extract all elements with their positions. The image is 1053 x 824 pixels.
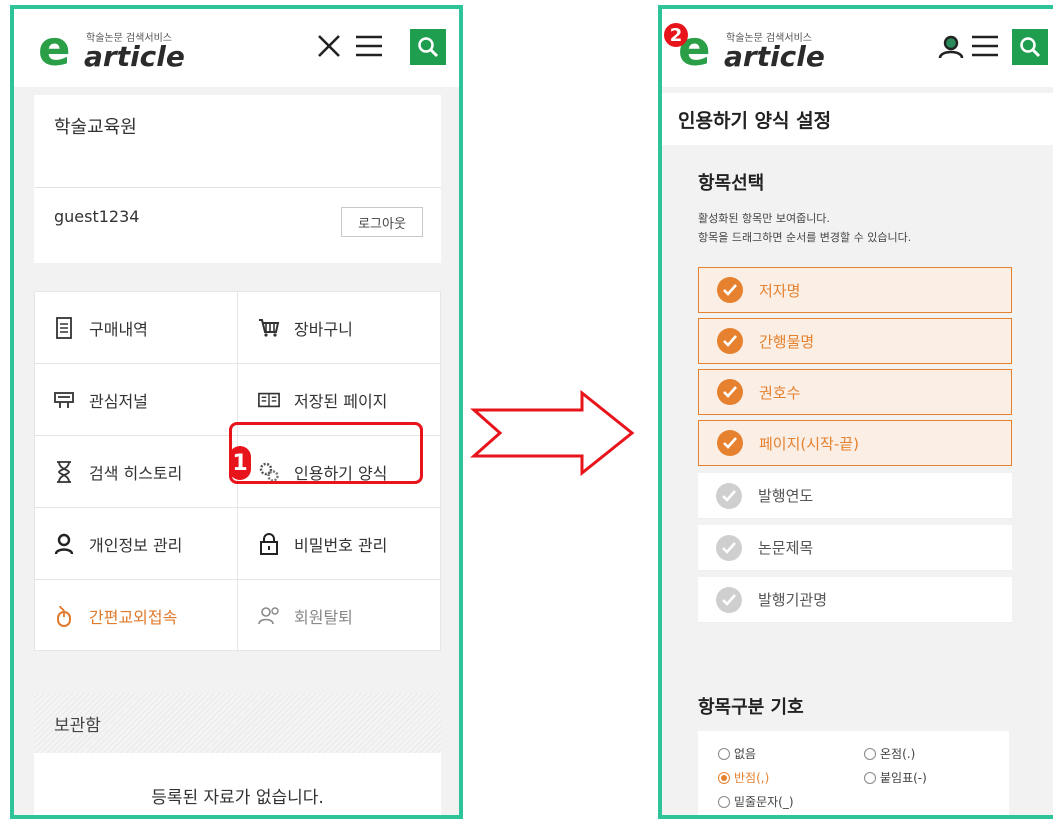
check-icon[interactable] [717, 277, 743, 303]
help-text: 활성화된 항목만 보여줍니다. 항목을 드래그하면 순서를 변경할 수 있습니다… [698, 209, 911, 247]
help-line-2: 항목을 드래그하면 순서를 변경할 수 있습니다. [698, 231, 912, 244]
radio-label: 밑줄문자(_) [734, 795, 794, 809]
check-icon[interactable] [716, 586, 742, 613]
item-label: 페이지(시작-끝) [759, 434, 859, 453]
logout-button[interactable]: 로그아웃 [341, 207, 423, 237]
radio-label: 반점(,) [734, 771, 770, 785]
search-button[interactable] [1012, 29, 1048, 65]
logo-wordmark: article [84, 40, 185, 73]
search-button[interactable] [410, 29, 446, 65]
item-label: 저자명 [759, 281, 801, 300]
user-icon[interactable] [938, 35, 964, 63]
item-label: 발행연도 [758, 487, 814, 505]
menu-purchase-history[interactable]: 구매내역 [35, 292, 238, 364]
citation-item[interactable]: 발행기관명 [698, 577, 1012, 623]
person-icon [53, 533, 75, 555]
callout-highlight-citation-format [229, 422, 423, 484]
header: e 학술논문 검색서비스 article [14, 9, 459, 87]
radio-label: 붙임표(-) [880, 771, 927, 785]
earticle-logo[interactable]: e 학술논문 검색서비스 article [38, 23, 198, 73]
divider [34, 187, 441, 188]
username: guest1234 [54, 207, 140, 226]
citation-item[interactable]: 저자명 [698, 267, 1012, 313]
left-screen: e 학술논문 검색서비스 article 학술교육원 guest1234 로그아… [10, 5, 463, 819]
item-label: 간행물명 [759, 332, 815, 351]
radio-circle [718, 747, 730, 760]
radio-comma[interactable]: 반점(,) [718, 769, 769, 786]
step-badge-2: 2 [664, 23, 688, 47]
check-icon[interactable] [716, 482, 742, 509]
item-label: 권호수 [759, 383, 801, 402]
journal-icon [53, 389, 75, 411]
menu-label: 회원탈퇴 [294, 608, 353, 627]
hamburger-menu-icon[interactable] [354, 33, 384, 63]
radio-hyphen[interactable]: 붙임표(-) [864, 769, 927, 786]
menu-label: 구매내역 [89, 319, 148, 339]
mouse-icon [53, 605, 75, 627]
menu-password-management[interactable]: 비밀번호 관리 [238, 508, 440, 580]
lock-icon [258, 532, 280, 555]
menu-label: 개인정보 관리 [89, 535, 183, 555]
item-select-title: 항목선택 [698, 173, 765, 194]
book-icon [258, 389, 280, 411]
logo-e-mark: e [38, 21, 71, 77]
cart-icon [258, 317, 280, 339]
storage-empty-message: 등록된 자료가 없습니다. [151, 788, 324, 808]
check-icon[interactable] [717, 379, 743, 405]
menu-label: 검색 히스토리 [89, 463, 183, 483]
menu-label: 비밀번호 관리 [294, 535, 388, 555]
menu-easy-remote-access[interactable]: 간편교외접속 [35, 580, 238, 652]
citation-item[interactable]: 발행연도 [698, 473, 1012, 519]
close-icon[interactable] [316, 33, 342, 63]
menu-search-history[interactable]: 검색 히스토리 [35, 436, 238, 508]
check-icon[interactable] [717, 430, 743, 456]
logo-wordmark: article [724, 40, 825, 73]
citation-item[interactable]: 논문제목 [698, 525, 1012, 571]
radio-none[interactable]: 없음 [718, 745, 756, 762]
right-screen: e 학술논문 검색서비스 article 인용하기 양식 설정 항목선택 활성화… [658, 5, 1053, 819]
menu-label: 간편교외접속 [89, 608, 178, 627]
page-title: 인용하기 양식 설정 [662, 93, 1053, 145]
search-icon [418, 37, 439, 58]
institution-name: 학술교육원 [54, 117, 137, 138]
transition-arrow [470, 390, 635, 476]
step-badge-1: 1 [229, 446, 251, 480]
check-icon[interactable] [716, 534, 742, 561]
menu-withdraw-membership[interactable]: 회원탈퇴 [238, 580, 440, 652]
radio-underscore[interactable]: 밑줄문자(_) [718, 793, 794, 810]
radio-circle [864, 771, 876, 784]
storage-title: 보관함 [34, 693, 441, 753]
menu-label: 관심저널 [89, 391, 148, 411]
radio-label: 온점(.) [880, 747, 916, 761]
radio-period[interactable]: 온점(.) [864, 745, 915, 762]
radio-circle [864, 747, 876, 760]
check-icon[interactable] [717, 328, 743, 354]
radio-circle [718, 771, 730, 784]
search-icon [1020, 37, 1041, 58]
radio-label: 없음 [734, 747, 757, 761]
citation-item[interactable]: 간행물명 [698, 318, 1012, 364]
citation-item[interactable]: 권호수 [698, 369, 1012, 415]
menu-profile-management[interactable]: 개인정보 관리 [35, 508, 238, 580]
storage-box: 보관함 등록된 자료가 없습니다. [34, 693, 441, 815]
help-line-1: 활성화된 항목만 보여줍니다. [698, 212, 830, 225]
menu-label: 장바구니 [294, 319, 353, 339]
menu-cart[interactable]: 장바구니 [238, 292, 440, 364]
profile-card: 학술교육원 guest1234 로그아웃 [34, 95, 441, 263]
item-label: 발행기관명 [758, 591, 828, 609]
document-icon [53, 316, 75, 339]
separator-title: 항목구분 기호 [698, 697, 804, 718]
hourglass-icon [53, 460, 75, 483]
menu-favorite-journals[interactable]: 관심저널 [35, 364, 238, 436]
header: e 학술논문 검색서비스 article [662, 9, 1053, 87]
item-label: 논문제목 [758, 539, 814, 557]
radio-circle [718, 795, 730, 808]
menu-label: 저장된 페이지 [294, 391, 388, 411]
separator-options: 없음 온점(.) 반점(,) 붙임표(-) 밑줄문자(_) [698, 731, 1009, 815]
earticle-logo[interactable]: e 학술논문 검색서비스 article [678, 23, 838, 73]
member-leave-icon [258, 605, 280, 627]
citation-item[interactable]: 페이지(시작-끝) [698, 420, 1012, 466]
hamburger-menu-icon[interactable] [970, 33, 1000, 63]
